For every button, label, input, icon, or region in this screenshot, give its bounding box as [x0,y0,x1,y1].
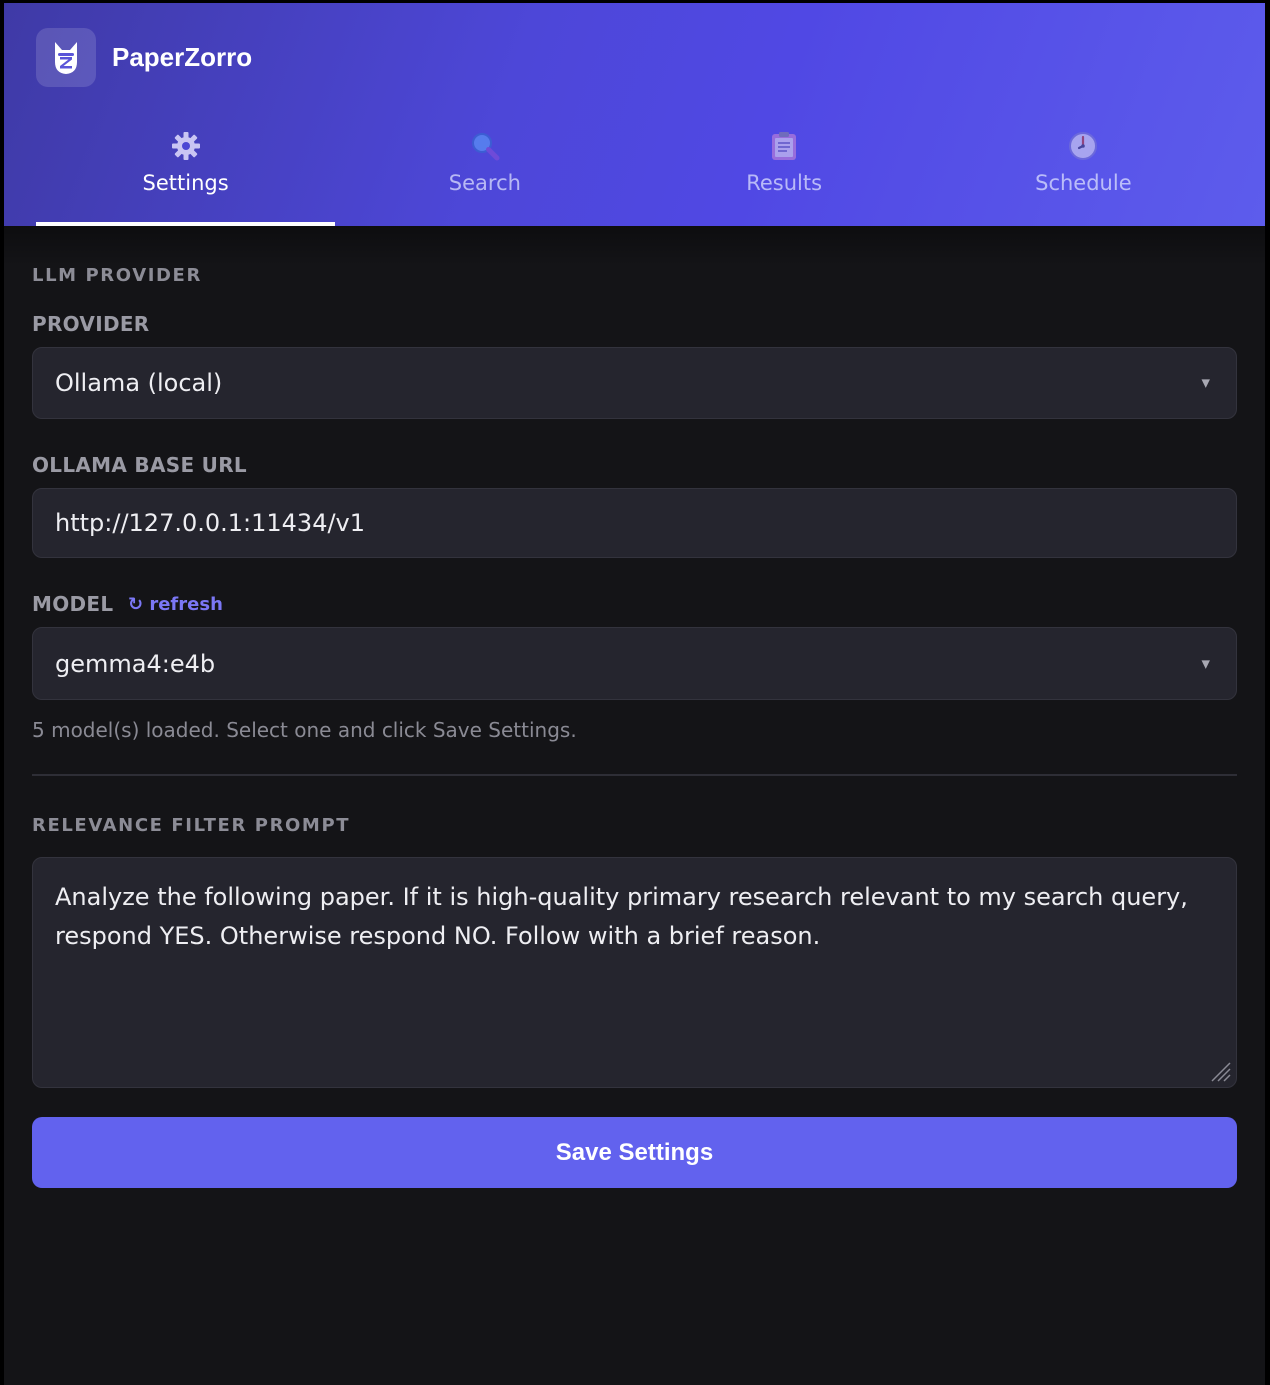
tab-schedule-label: Schedule [1035,171,1132,195]
header-shadow [4,226,1265,266]
clock-icon [1066,129,1100,163]
tab-schedule[interactable]: Schedule [934,121,1233,226]
save-settings-button[interactable]: Save Settings [32,1117,1237,1188]
provider-select-value: Ollama (local) [55,369,223,397]
chevron-down-icon: ▼ [1201,657,1210,670]
model-select[interactable]: gemma4:e4b ▼ [32,627,1237,700]
model-label: MODEL [32,592,114,616]
resize-grip-icon[interactable] [1206,1057,1232,1083]
model-status-hint: 5 model(s) loaded. Select one and click … [32,718,577,742]
provider-select[interactable]: Ollama (local) ▼ [32,347,1237,419]
chevron-down-icon: ▼ [1201,376,1210,390]
section-title-llm-provider: LLM PROVIDER [32,265,202,286]
base-url-value: http://127.0.0.1:11434/v1 [55,509,366,537]
app-window: PaperZorro Settings Search Results Sched… [4,3,1265,1385]
relevance-prompt-text: Analyze the following paper. If it is hi… [55,883,1188,950]
section-divider [32,774,1237,776]
model-select-value: gemma4:e4b [55,649,216,678]
section-title-relevance-prompt: RELEVANCE FILTER PROMPT [32,815,351,836]
brand: PaperZorro [36,28,252,87]
relevance-prompt-textarea[interactable]: Analyze the following paper. If it is hi… [32,857,1237,1088]
magnifier-icon [468,129,502,163]
gear-icon [169,129,203,163]
base-url-label: OLLAMA BASE URL [32,453,247,477]
fox-logo-icon [36,28,96,87]
provider-label: PROVIDER [32,312,150,336]
tab-settings[interactable]: Settings [36,121,336,226]
base-url-input[interactable]: http://127.0.0.1:11434/v1 [32,488,1237,558]
tab-search-label: Search [448,171,521,195]
tab-results[interactable]: Results [635,121,934,226]
refresh-models-link[interactable]: ↻ refresh [128,594,223,615]
tab-bar: Settings Search Results Schedule [36,121,1233,226]
header: PaperZorro Settings Search Results Sched… [4,3,1265,226]
clipboard-icon [767,129,801,163]
tab-settings-label: Settings [142,171,229,195]
tab-search[interactable]: Search [335,121,634,226]
app-title: PaperZorro [112,42,253,72]
tab-results-label: Results [746,171,823,195]
